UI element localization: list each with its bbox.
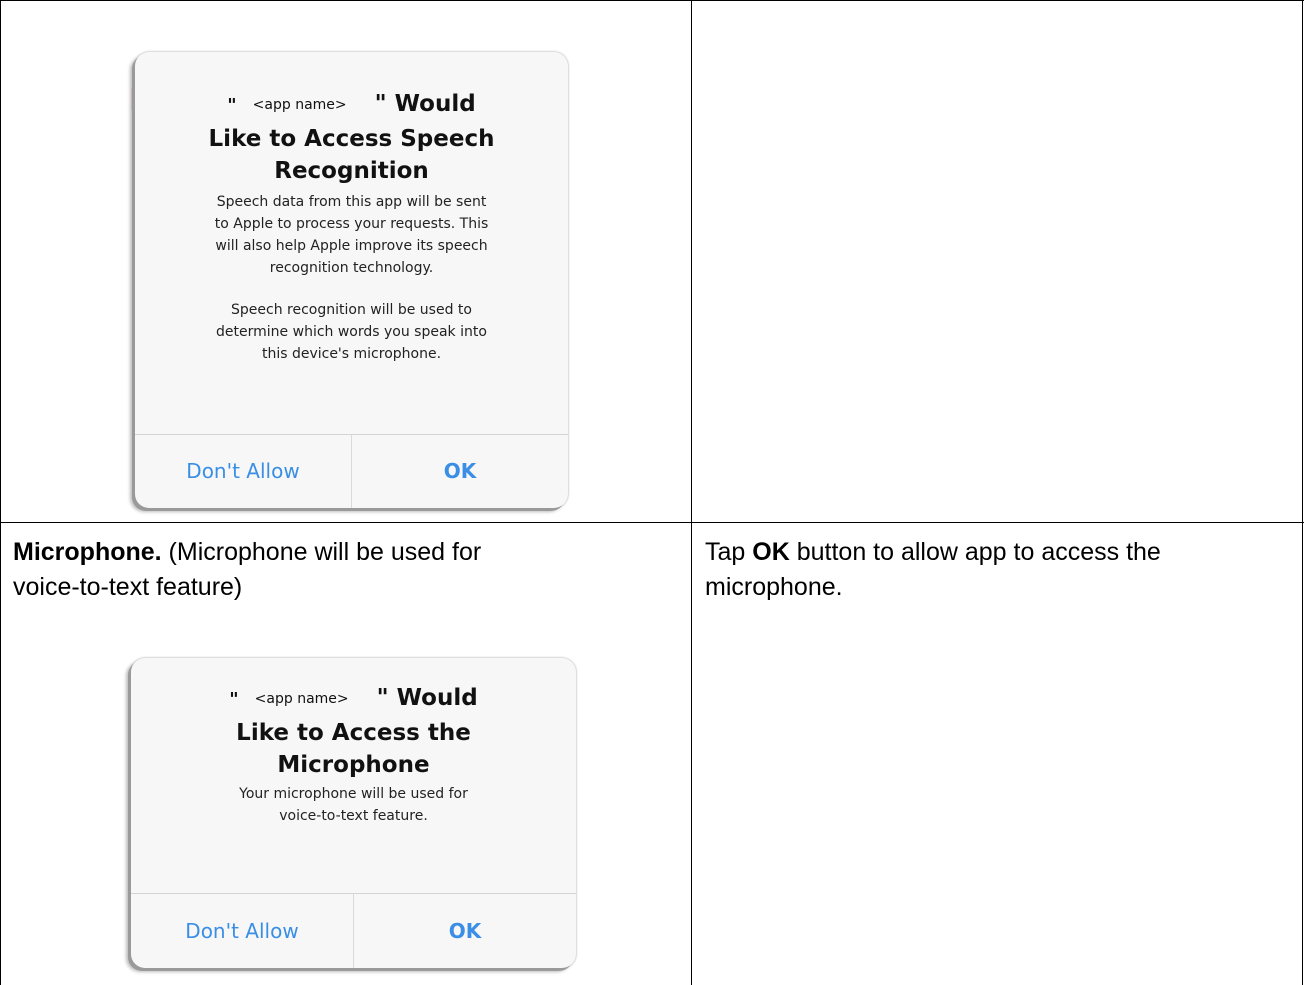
message-line: Speech data from this app will be sent — [216, 194, 487, 210]
title-quote-open: " — [227, 95, 237, 116]
title-quote-open: " — [229, 689, 239, 710]
table-top-border — [0, 0, 1304, 1]
title-would: " Would — [374, 91, 476, 117]
microphone-label: Microphone. — [13, 538, 162, 566]
alert-button-bar: Don't Allow OK — [131, 893, 576, 968]
message-line: recognition technology. — [269, 260, 434, 276]
dont-allow-button[interactable]: Don't Allow — [131, 894, 353, 968]
title-line-3: Recognition — [274, 158, 429, 184]
table-left-border — [0, 0, 1, 985]
title-app-name: <app name> — [252, 97, 347, 113]
message-line: voice-to-text feature. — [279, 808, 428, 824]
message-line: will also help Apple improve its speech — [215, 238, 488, 254]
message-line: Speech recognition will be used to — [231, 302, 472, 318]
alert-message: Your microphone will be used for voice-t… — [131, 783, 576, 827]
table-column-divider — [691, 0, 692, 985]
microphone-alert: " <app name> " Would Like to Access the … — [131, 658, 576, 968]
ok-button[interactable]: OK — [351, 435, 568, 508]
background-red-edge-left — [131, 88, 134, 110]
title-would: " Would — [376, 685, 478, 711]
message-line: Your microphone will be used for — [239, 786, 468, 802]
message-line: this device's microphone. — [261, 346, 442, 362]
title-line-2: Like to Access the — [236, 720, 471, 746]
title-line-2: Like to Access Speech — [208, 126, 495, 152]
instruction-text: Tap OK button to allow app to access the… — [705, 538, 1161, 601]
ok-button[interactable]: OK — [353, 894, 576, 968]
table-right-border — [1302, 0, 1303, 985]
alert-message: Speech data from this app will be sent t… — [135, 191, 568, 365]
speech-recognition-alert: " <app name> " Would Like to Access Spee… — [135, 52, 568, 508]
title-line-3: Microphone — [277, 752, 430, 778]
dont-allow-button[interactable]: Don't Allow — [135, 435, 351, 508]
microphone-description: Microphone. (Microphone will be used for… — [13, 538, 482, 601]
alert-button-bar: Don't Allow OK — [135, 434, 568, 508]
message-line: determine which words you speak into — [216, 324, 487, 340]
alert-title: " <app name> " Would Like to Access the … — [131, 658, 576, 781]
title-app-name: <app name> — [254, 691, 349, 707]
ok-emphasis: OK — [752, 538, 790, 566]
message-line: to Apple to process your requests. This — [214, 216, 489, 232]
alert-title: " <app name> " Would Like to Access Spee… — [135, 52, 568, 187]
table-row-divider — [0, 522, 1304, 523]
